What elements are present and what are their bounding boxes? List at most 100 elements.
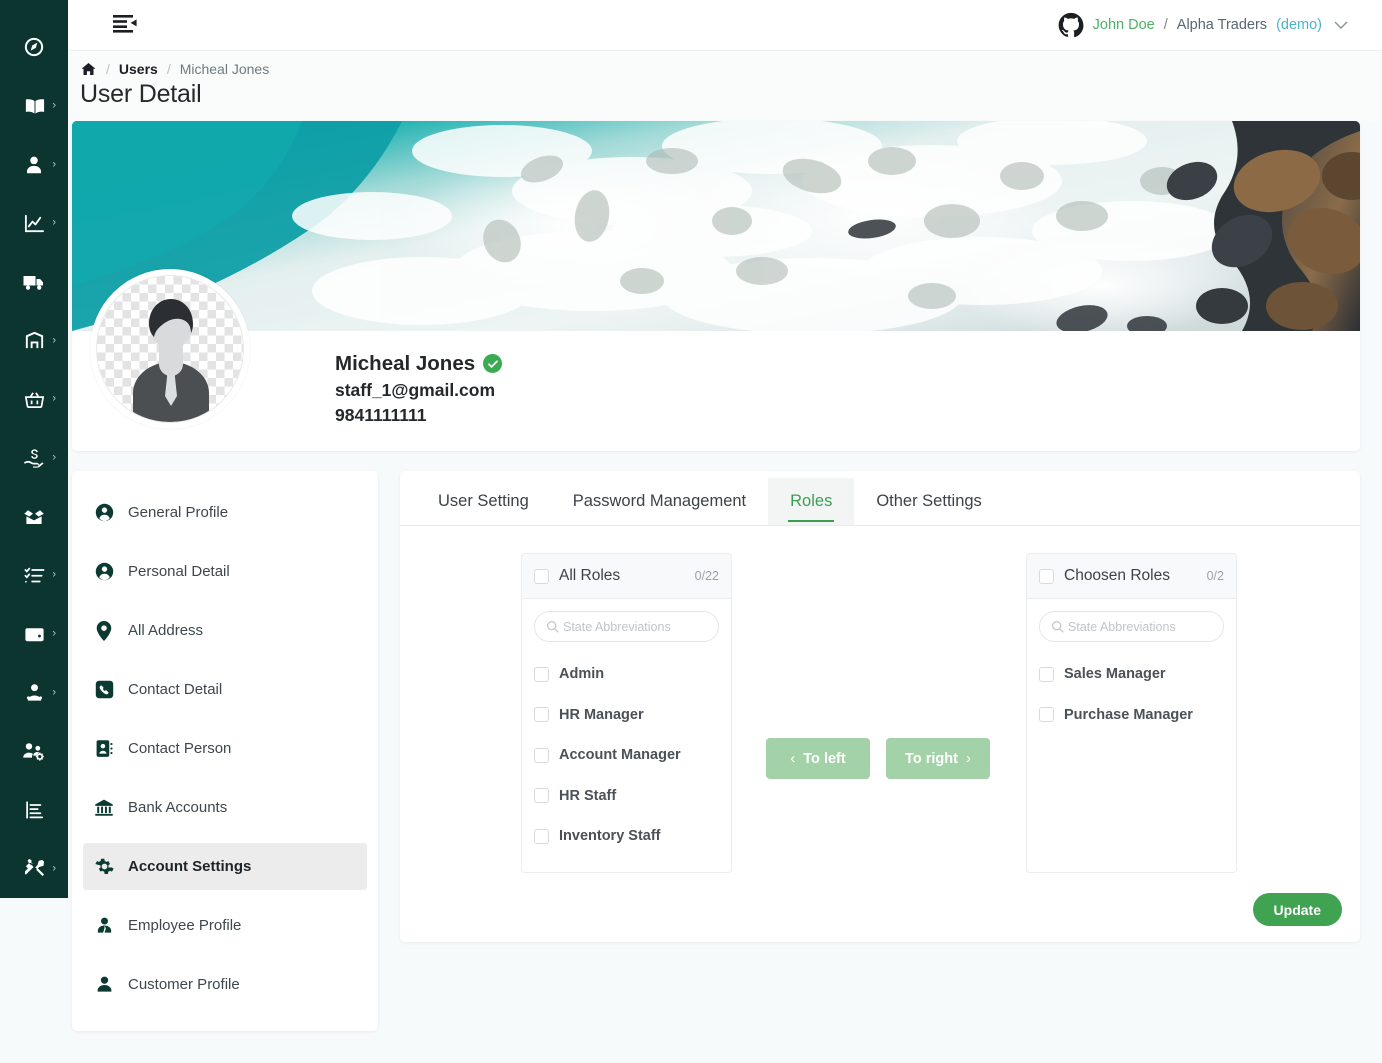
all-roles-count: 0/22: [694, 569, 719, 583]
to-right-button[interactable]: To right ›: [886, 738, 990, 779]
sidebar-item-label: Personal Detail: [128, 563, 230, 580]
breadcrumb-item-users[interactable]: Users: [119, 61, 158, 77]
chevron-left-icon: ‹: [790, 750, 796, 767]
role-checkbox[interactable]: [534, 788, 549, 804]
list-item[interactable]: Inventory Staff: [522, 816, 731, 857]
avatar-image: [96, 275, 244, 423]
gear-icon: [94, 857, 114, 876]
sidebar-item-label: All Address: [128, 622, 204, 639]
choosen-roles-title: Choosen Roles: [1064, 567, 1170, 584]
role-checkbox[interactable]: [534, 666, 549, 682]
rail-item-warehouse[interactable]: ›: [0, 311, 68, 370]
rail-item-sales[interactable]: ›: [0, 370, 68, 429]
book-open-icon: [23, 95, 46, 118]
search-icon: [1051, 620, 1064, 633]
dashboard-icon: [23, 36, 45, 58]
sidebar-item-label: Customer Profile: [128, 976, 240, 993]
chevron-right-icon: ›: [52, 862, 56, 875]
choosen-roles-header: Choosen Roles 0/2: [1027, 554, 1236, 599]
chevron-right-icon: ›: [52, 392, 56, 405]
tab-other-settings[interactable]: Other Settings: [854, 478, 1003, 525]
profile-card: Micheal Jones staff_1@gmail.com 98411111…: [72, 121, 1360, 451]
role-label: Purchase Manager: [1064, 706, 1193, 723]
role-checkbox[interactable]: [1039, 707, 1054, 723]
sidebar-item-contact-detail[interactable]: Contact Detail: [83, 666, 367, 713]
settings-tabs: User Setting Password Management Roles O…: [400, 471, 1360, 526]
profile-email: staff_1@gmail.com: [335, 380, 496, 401]
rail-item-dashboard[interactable]: [0, 18, 68, 77]
home-icon[interactable]: [80, 61, 97, 77]
rail-item-user-management[interactable]: [0, 722, 68, 781]
rail-item-settings-tools[interactable]: ›: [0, 839, 68, 898]
sidebar-item-personal-detail[interactable]: Personal Detail: [83, 548, 367, 595]
role-checkbox[interactable]: [1039, 666, 1054, 682]
role-checkbox[interactable]: [534, 747, 549, 763]
role-checkbox[interactable]: [534, 707, 549, 723]
list-item[interactable]: HR Staff: [522, 776, 731, 817]
chevron-right-icon: ›: [52, 216, 56, 229]
tab-roles[interactable]: Roles: [768, 478, 855, 525]
rail-item-delivery[interactable]: [0, 253, 68, 312]
rail-item-hr[interactable]: ›: [0, 663, 68, 722]
breadcrumb-item-current: Micheal Jones: [179, 61, 270, 77]
role-label: HR Manager: [559, 706, 644, 723]
update-button[interactable]: Update: [1252, 893, 1342, 926]
to-left-button[interactable]: ‹ To left: [766, 738, 870, 779]
profile-meta: Micheal Jones staff_1@gmail.com 98411111…: [335, 349, 503, 428]
account-menu[interactable]: John Doe / Alpha Traders (demo): [1058, 12, 1348, 38]
sidebar-item-customer-profile[interactable]: Customer Profile: [83, 961, 367, 1008]
rail-item-tasks[interactable]: ›: [0, 546, 68, 605]
sidebar-item-employee-profile[interactable]: Employee Profile: [83, 902, 367, 949]
role-checkbox[interactable]: [534, 828, 549, 844]
choosen-roles-list[interactable]: Sales Manager Purchase Manager: [1027, 646, 1236, 872]
all-roles-select-all-checkbox[interactable]: [534, 568, 549, 584]
rail-item-analytics[interactable]: ›: [0, 194, 68, 253]
list-item[interactable]: Account Manager: [522, 735, 731, 776]
sidebar-item-general-profile[interactable]: General Profile: [83, 489, 367, 536]
primary-icon-sidebar: › › › › › › › › › ›: [0, 0, 68, 898]
search-icon: [546, 620, 559, 633]
tab-password-management[interactable]: Password Management: [551, 478, 768, 525]
choosen-roles-select-all-checkbox[interactable]: [1039, 568, 1054, 584]
rail-item-inventory[interactable]: [0, 487, 68, 546]
sidebar-item-contact-person[interactable]: Contact Person: [83, 725, 367, 772]
chevron-right-icon: ›: [52, 334, 56, 347]
all-roles-search-pill[interactable]: [534, 611, 719, 642]
box-open-icon: [22, 505, 46, 529]
choosen-roles-count: 0/2: [1206, 569, 1224, 583]
all-roles-search-input[interactable]: [563, 619, 707, 634]
warehouse-icon: [23, 329, 46, 352]
rail-item-reports[interactable]: [0, 781, 68, 840]
all-roles-list[interactable]: Admin HR Manager Account Manager HR Staf…: [522, 646, 731, 872]
verified-badge-icon: [483, 354, 503, 374]
chevron-right-icon: ›: [52, 627, 56, 640]
sidebar-item-bank-accounts[interactable]: Bank Accounts: [83, 784, 367, 831]
sidebar-item-account-settings[interactable]: Account Settings: [83, 843, 367, 890]
list-item[interactable]: Admin: [522, 654, 731, 695]
rail-item-users[interactable]: ›: [0, 135, 68, 194]
user-circle-icon: [94, 503, 114, 522]
avatar[interactable]: [90, 269, 250, 429]
choosen-roles-search-pill[interactable]: [1039, 611, 1224, 642]
app-root: › › › › › › › › › › John Doe / Alpha Tra…: [0, 0, 1382, 1063]
user-detail-section-menu: General Profile Personal Detail All Addr…: [72, 471, 378, 1031]
profile-cover-image: [72, 121, 1360, 331]
profile-name-row: Micheal Jones: [335, 349, 503, 378]
rail-item-catalog[interactable]: ›: [0, 77, 68, 136]
chevron-right-icon: ›: [52, 686, 56, 699]
choosen-roles-search-input[interactable]: [1068, 619, 1212, 634]
truck-icon: [22, 270, 46, 294]
sidebar-toggle-button[interactable]: [110, 12, 140, 38]
choosen-roles-panel: Choosen Roles 0/2 Sales Manager: [1026, 553, 1237, 873]
role-label: Account Manager: [559, 747, 681, 764]
role-label: Sales Manager: [1064, 666, 1166, 683]
tab-user-setting[interactable]: User Setting: [416, 478, 551, 525]
top-header: John Doe / Alpha Traders (demo): [68, 0, 1382, 51]
github-icon: [1058, 12, 1084, 38]
sidebar-item-all-address[interactable]: All Address: [83, 607, 367, 654]
rail-item-finance[interactable]: ›: [0, 429, 68, 488]
rail-item-wallet[interactable]: ›: [0, 605, 68, 664]
list-item[interactable]: Sales Manager: [1027, 654, 1236, 695]
list-item[interactable]: HR Manager: [522, 695, 731, 736]
list-item[interactable]: Purchase Manager: [1027, 695, 1236, 736]
